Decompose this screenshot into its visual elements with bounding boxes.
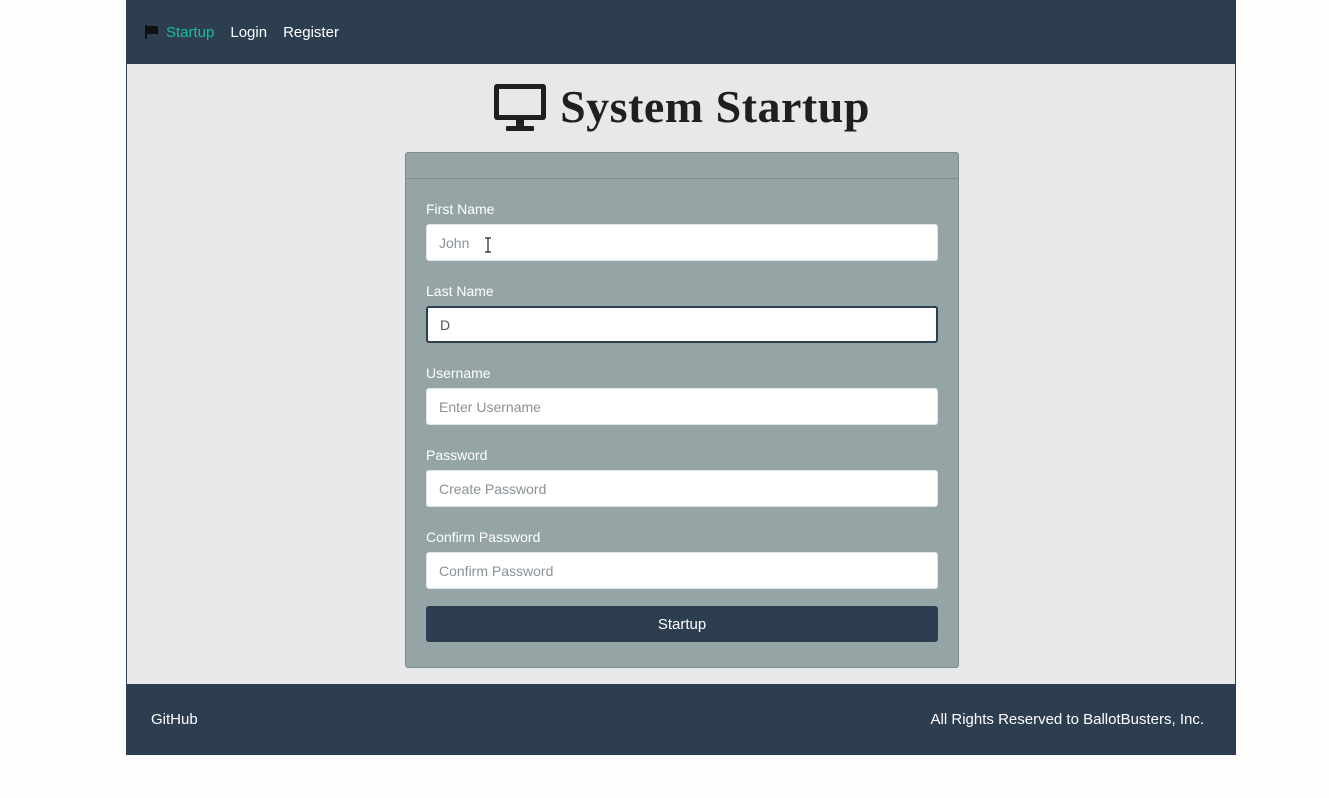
confirm-password-field[interactable] [426,552,938,589]
navbar: Startup Login Register [127,0,1235,64]
footer: GitHub All Rights Reserved to BallotBust… [127,684,1235,755]
password-label: Password [426,447,488,463]
first-name-label: First Name [426,201,495,217]
flag-icon [145,25,158,39]
nav-item-label: Login [230,23,268,41]
username-label: Username [426,365,491,381]
nav-item-startup[interactable]: Startup [144,24,214,41]
username-field[interactable] [426,388,938,425]
nav-item-register[interactable]: Register [283,24,339,41]
password-field[interactable] [426,470,938,507]
last-name-label: Last Name [426,283,494,299]
page-title: System Startup [127,80,1235,133]
text-cursor-icon [485,237,491,253]
last-name-field[interactable] [426,306,938,343]
confirm-password-label: Confirm Password [426,529,541,545]
nav-item-label: Register [283,23,339,41]
startup-button[interactable]: Startup [426,606,938,642]
startup-form-card: First Name Last Name Username Password C… [405,152,959,668]
card-header [406,153,958,179]
first-name-field[interactable] [426,224,938,261]
nav-item-label: Startup [166,23,215,41]
github-link[interactable]: GitHub [151,711,198,728]
copyright-text: All Rights Reserved to BallotBusters, In… [930,711,1204,728]
nav-item-login[interactable]: Login [230,24,267,41]
monitor-icon [494,83,547,131]
page-title-text: System Startup [560,81,870,132]
page-frame: Startup Login Register System Startup Fi… [126,0,1236,755]
